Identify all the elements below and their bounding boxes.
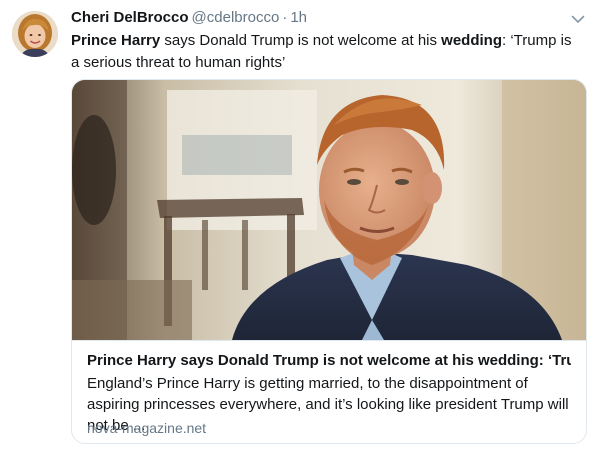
tweet-text: Prince Harry says Donald Trump is not we… <box>71 30 581 74</box>
separator-dot: · <box>282 9 288 26</box>
link-preview-card[interactable]: Prince Harry says Donald Trump is not we… <box>71 79 587 444</box>
author-handle[interactable]: @cdelbrocco <box>192 9 280 26</box>
card-title[interactable]: Prince Harry says Donald Trump is not we… <box>87 350 571 371</box>
chevron-down-icon[interactable] <box>570 11 586 27</box>
tweet-text-segment: says Donald Trump is not welcome at his <box>160 32 442 49</box>
tweet[interactable]: Cheri DelBrocco @cdelbrocco · 1h Prince Har… <box>0 0 600 449</box>
card-image[interactable] <box>72 80 586 340</box>
avatar[interactable] <box>12 11 58 57</box>
card-domain: nova-magazine.net <box>87 420 207 436</box>
tweet-timestamp[interactable]: 1h <box>290 9 307 26</box>
tweet-text-segment: wedding <box>441 32 502 49</box>
author-display-name[interactable]: Cheri DelBrocco <box>71 9 189 26</box>
tweet-header: Cheri DelBrocco @cdelbrocco · 1h <box>71 7 307 29</box>
card-body[interactable]: Prince Harry says Donald Trump is not we… <box>72 340 586 443</box>
tweet-text-segment: Prince Harry <box>71 32 161 49</box>
